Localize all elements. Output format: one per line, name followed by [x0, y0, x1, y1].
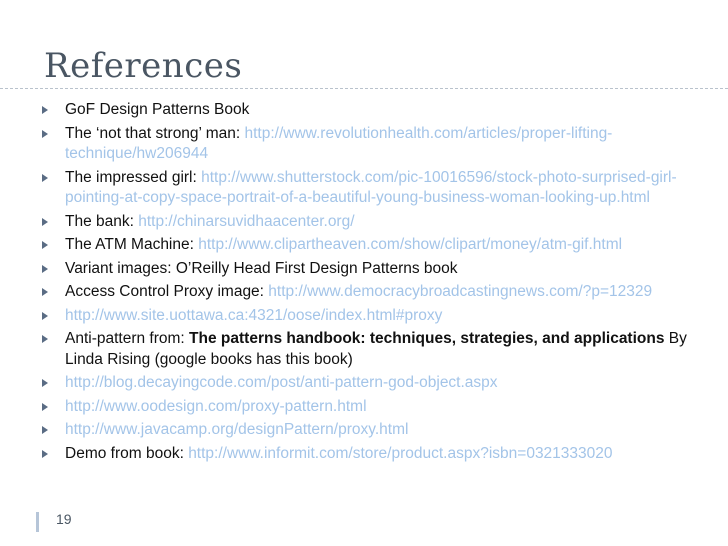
- reference-link[interactable]: http://www.oodesign.com/proxy-pattern.ht…: [65, 398, 367, 415]
- list-item: http://www.site.uottawa.ca:4321/oose/ind…: [40, 306, 690, 327]
- reference-link[interactable]: http://www.site.uottawa.ca:4321/oose/ind…: [65, 307, 442, 324]
- triangle-right-icon: [42, 217, 48, 226]
- list-item: Anti-pattern from: The patterns handbook…: [40, 329, 690, 370]
- triangle-right-icon: [42, 129, 48, 138]
- list-item: The ATM Machine: http://www.clipartheave…: [40, 235, 690, 256]
- list-item: The bank: http://chinarsuvidhaacenter.or…: [40, 212, 690, 233]
- list-item: Access Control Proxy image: http://www.d…: [40, 282, 690, 303]
- triangle-right-icon: [42, 241, 48, 249]
- item-prefix: The ‘not that strong’ man:: [65, 124, 241, 142]
- triangle-right-icon: [42, 106, 48, 114]
- list-item: The impressed girl: http://www.shutterst…: [40, 168, 690, 209]
- reference-link[interactable]: http://www.clipartheaven.com/show/clipar…: [198, 236, 622, 253]
- triangle-right-icon: [42, 288, 48, 296]
- reference-link[interactable]: http://www.informit.com/store/product.as…: [188, 445, 612, 462]
- triangle-right-icon: [42, 264, 48, 273]
- triangle-right-icon: [42, 426, 48, 434]
- reference-link[interactable]: http://www.javacamp.org/designPattern/pr…: [65, 421, 408, 438]
- reference-link[interactable]: http://chinarsuvidhaacenter.org/: [138, 213, 354, 230]
- triangle-right-icon: [42, 402, 48, 411]
- list-item: The ‘not that strong’ man: http://www.re…: [40, 124, 690, 165]
- item-prefix: The ATM Machine:: [65, 236, 199, 253]
- triangle-right-icon: [42, 311, 48, 320]
- list-item: http://www.javacamp.org/designPattern/pr…: [40, 420, 690, 441]
- list-item: GoF Design Patterns Book: [40, 100, 690, 121]
- item-prefix: The impressed girl:: [65, 168, 202, 186]
- list-item: Variant images: O’Reilly Head First Desi…: [40, 259, 690, 280]
- reference-list: GoF Design Patterns Book The ‘not that s…: [40, 100, 690, 467]
- item-prefix: The bank:: [65, 212, 139, 230]
- item-prefix: Anti-pattern from:: [65, 330, 190, 347]
- slide-title: References: [44, 46, 243, 86]
- list-item: Demo from book: http://www.informit.com/…: [40, 444, 690, 465]
- triangle-right-icon: [42, 379, 48, 387]
- list-item: http://blog.decayingcode.com/post/anti-p…: [40, 373, 690, 394]
- item-text: Variant images: O’Reilly Head First Desi…: [65, 259, 458, 277]
- book-title: The patterns handbook: techniques, strat…: [189, 330, 665, 347]
- reference-link[interactable]: http://blog.decayingcode.com/post/anti-p…: [65, 374, 498, 391]
- triangle-right-icon: [42, 335, 48, 343]
- item-text: GoF Design Patterns Book: [65, 101, 250, 118]
- reference-link[interactable]: http://www.democracybroadcastingnews.com…: [268, 283, 652, 300]
- item-prefix: Demo from book:: [65, 444, 189, 462]
- page-number: 19: [56, 511, 72, 527]
- item-prefix: Access Control Proxy image:: [65, 283, 269, 300]
- list-item: http://www.oodesign.com/proxy-pattern.ht…: [40, 397, 690, 418]
- triangle-right-icon: [42, 173, 48, 182]
- footer-accent-bar: [36, 512, 39, 532]
- title-divider: [0, 88, 728, 89]
- triangle-right-icon: [42, 449, 48, 458]
